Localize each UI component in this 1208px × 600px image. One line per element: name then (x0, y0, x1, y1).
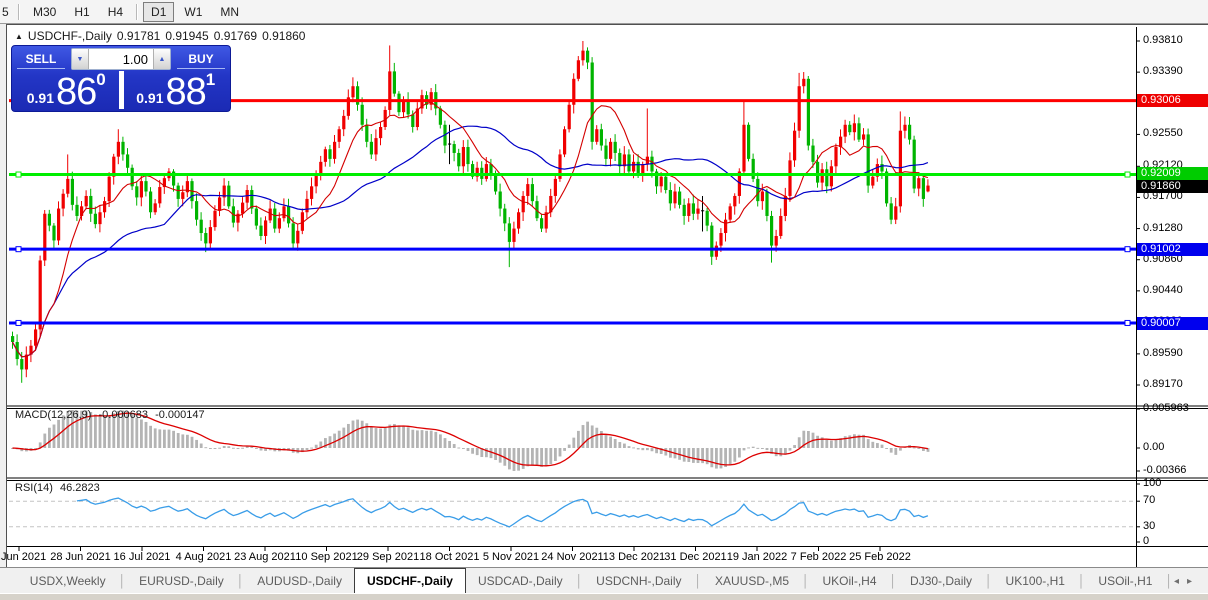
buy-price-small: 0.91 (136, 90, 164, 106)
period-button-5[interactable]: 5 (1, 2, 13, 22)
price-axis-tick-label: 0.92550 (1143, 127, 1183, 140)
toolbar-separator (18, 3, 20, 20)
sell-underline (17, 68, 65, 69)
period-button-MN[interactable]: MN (212, 2, 247, 22)
price-axis-tick-label: 0.91280 (1143, 221, 1183, 234)
hline-handle[interactable] (15, 319, 22, 326)
price-axis-tick-label: 0.93810 (1143, 34, 1183, 46)
ohlc-high: 0.91945 (165, 29, 209, 43)
price-axis-tick-label: 0.89590 (1143, 346, 1183, 359)
tab-separator: │ (985, 574, 993, 588)
period-button-D1[interactable]: D1 (143, 1, 175, 22)
rsi-label: RSI(14) 46.2823 (15, 482, 104, 494)
hline-handle[interactable] (1124, 319, 1131, 326)
sell-price-display[interactable]: 0.91 86 0 (14, 70, 119, 113)
price-tag-0.91002: 0.91002 (1137, 242, 1208, 256)
buy-price-big: 88 (165, 71, 207, 113)
macd-axis-label: -0.00366 (1143, 464, 1187, 476)
one-click-trading-panel: SELL ▼ 1.00 ▲ BUY 0.91 86 0 0.91 88 1 (11, 45, 231, 112)
sell-price-sup: 0 (96, 70, 106, 89)
tab-separator: │ (236, 574, 245, 588)
current-price-tag: 0.91860 (1137, 180, 1208, 193)
volume-increase-button[interactable]: ▲ (153, 49, 170, 69)
rsi-axis-label: 100 (1143, 477, 1162, 489)
tab-scroll-left-icon[interactable]: ◂ (1174, 576, 1187, 587)
hline-handle[interactable] (1124, 171, 1131, 178)
price-tag-0.93006: 0.93006 (1137, 94, 1208, 107)
price-tag-0.92009: 0.92009 (1137, 167, 1208, 180)
volume-spinner: ▼ 1.00 ▲ (71, 48, 171, 70)
chart-window[interactable]: ▲ USDCHF-,Daily 0.91781 0.91945 0.91769 … (0, 24, 1208, 594)
collapse-triangle-icon[interactable]: ▲ (15, 32, 23, 41)
buy-price-display[interactable]: 0.91 88 1 (124, 70, 229, 113)
macd-value-signal: -0.000147 (155, 409, 205, 421)
chart-title: ▲ USDCHF-,Daily 0.91781 0.91945 0.91769 … (15, 29, 310, 43)
hline-handle[interactable] (15, 171, 22, 178)
tab-scroll-right-icon[interactable]: ▸ (1187, 576, 1200, 587)
ohlc-close: 0.91860 (262, 29, 306, 43)
rsi-axis-label: 0 (1143, 535, 1150, 547)
macd-name: MACD(12,26,9) (15, 409, 92, 421)
rsi-value: 46.2823 (59, 482, 100, 494)
price-axis-tick-label: 0.89170 (1143, 378, 1183, 390)
rsi-pane (9, 497, 1136, 528)
macd-label: MACD(12,26,9) -0.000683 -0.000147 (15, 409, 209, 421)
tab-usdchf-daily[interactable]: USDCHF-,Daily (353, 567, 466, 594)
tab-separator: │ (1077, 574, 1086, 588)
macd-axis-label: 0.005963 (1143, 402, 1189, 414)
buy-button-label: BUY (188, 52, 214, 66)
tab-separator: │ (118, 574, 127, 588)
sell-price-big: 86 (56, 71, 97, 113)
rsi-axis-label: 30 (1143, 519, 1156, 532)
tab-xauusd-m5[interactable]: XAUUSD-,M5 (703, 570, 801, 592)
tab-usoil-h1[interactable]: USOil-,H1 (1086, 570, 1164, 592)
macd-value-main: -0.000683 (98, 409, 149, 421)
buy-button[interactable]: BUY (174, 48, 228, 70)
tab-usdcad-daily[interactable]: USDCAD-,Daily (466, 570, 575, 592)
period-button-W1[interactable]: W1 (176, 2, 210, 22)
sell-button-label: SELL (25, 52, 57, 66)
tab-audusd-daily[interactable]: AUDUSD-,Daily (245, 570, 354, 592)
tab-eurusd-daily[interactable]: EURUSD-,Daily (127, 570, 236, 592)
hline-handle[interactable] (1124, 246, 1131, 253)
ohlc-open: 0.91781 (116, 29, 161, 43)
volume-decrease-button[interactable]: ▼ (72, 49, 89, 69)
tab-separator: │ (802, 574, 810, 588)
macd-axis-label: 0.00 (1143, 441, 1165, 453)
tab-scroll-arrows[interactable]: ◂▸ (1174, 576, 1200, 587)
price-axis-tick-label: 0.90440 (1143, 283, 1183, 296)
chart-tab-bar: USDX,Weekly │ EURUSD-,Daily │ AUDUSD-,Daily U… (0, 567, 1208, 594)
sell-button[interactable]: SELL (14, 48, 68, 70)
period-button-M30[interactable]: M30 (25, 2, 64, 22)
tab-separator: │ (694, 574, 703, 588)
tab-usdcnh-daily[interactable]: USDCNH-,Daily (584, 570, 693, 592)
tab-usdx-weekly[interactable]: USDX,Weekly (18, 570, 118, 592)
rsi-axis-label: 70 (1143, 494, 1156, 507)
buy-price-sup: 1 (205, 70, 216, 89)
tab-separator: │ (889, 574, 898, 588)
tab-dj30-daily[interactable]: DJ30-,Daily (898, 570, 984, 592)
timeframe-toolbar: 5 M30 H1 H4 D1 W1 MN (0, 0, 1208, 24)
toolbar-separator (136, 3, 139, 20)
period-button-H1[interactable]: H1 (66, 2, 97, 22)
period-button-H4[interactable]: H4 (100, 2, 131, 22)
tab-uk100-h1[interactable]: UK100-,H1 (994, 570, 1077, 592)
buy-underline (177, 68, 225, 69)
sell-price-small: 0.91 (26, 90, 54, 106)
rsi-name: RSI(14) (15, 482, 53, 494)
date-axis-label: 25 Feb 2022 (849, 551, 911, 563)
hline-handle[interactable] (15, 246, 22, 253)
chart-symbol-label: USDCHF-,Daily (27, 29, 112, 43)
price-tag-0.90007: 0.90007 (1137, 316, 1208, 330)
tab-ukoil-h4[interactable]: UKOil-,H4 (811, 570, 889, 592)
tab-separator: │ (575, 574, 584, 588)
price-axis-tick-label: 0.93390 (1143, 65, 1183, 78)
ohlc-low: 0.91769 (213, 29, 258, 43)
volume-field[interactable]: 1.00 (89, 49, 153, 69)
tab-separator: │ (1165, 574, 1173, 588)
